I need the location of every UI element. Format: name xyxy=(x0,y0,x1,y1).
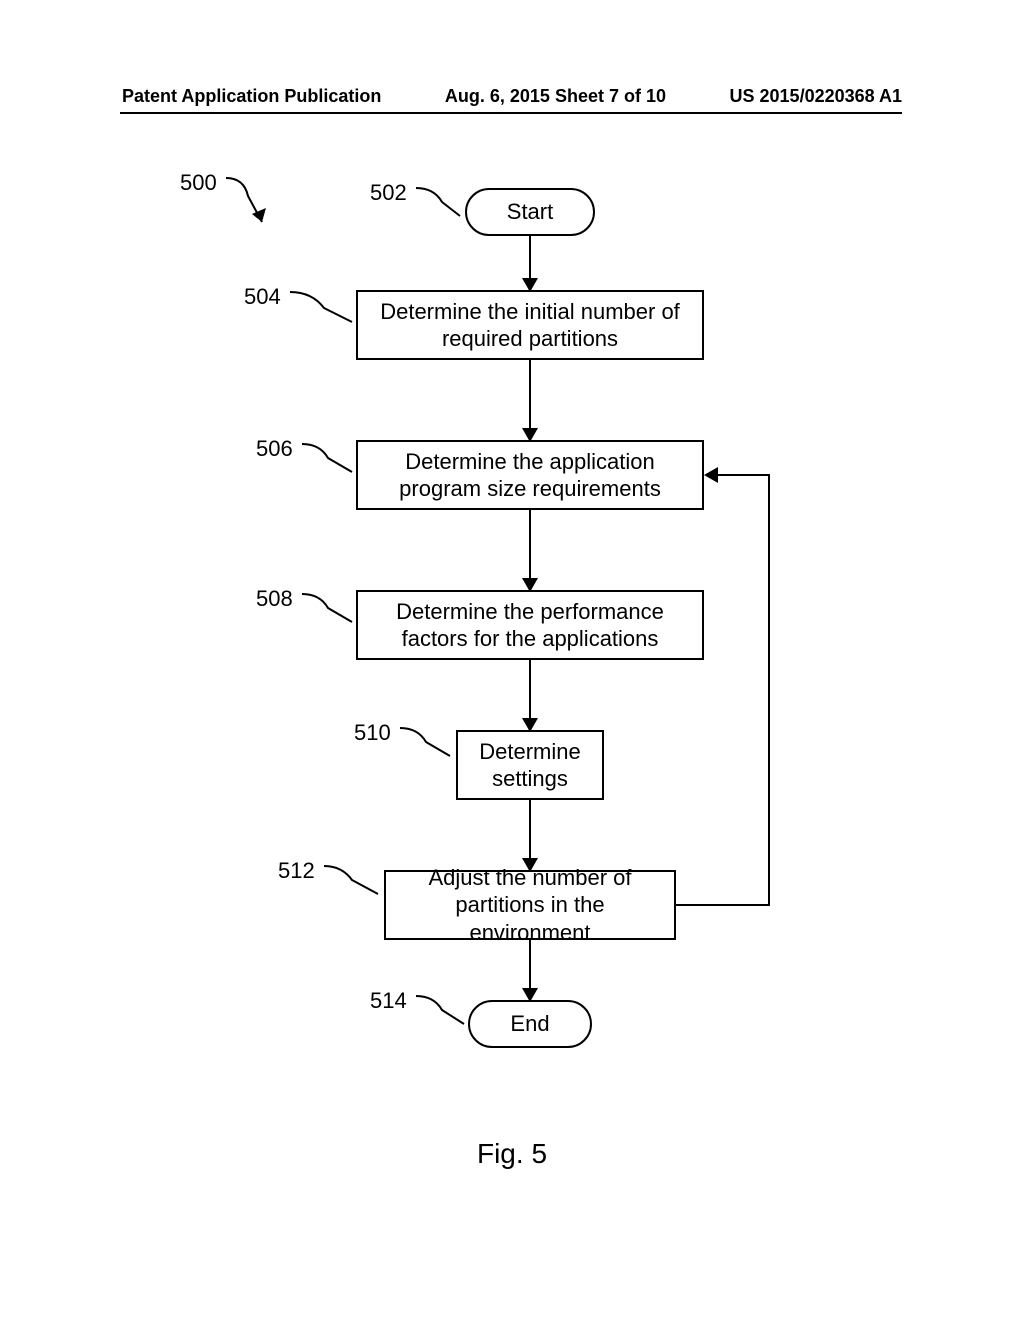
ref-500: 500 xyxy=(180,170,217,196)
ref-502: 502 xyxy=(370,180,407,206)
step-506: Determine the application program size r… xyxy=(356,440,704,510)
arrow-line xyxy=(529,940,531,990)
header-right: US 2015/0220368 A1 xyxy=(730,86,902,107)
page-header: Patent Application Publication Aug. 6, 2… xyxy=(0,86,1024,107)
hook-arrow-icon xyxy=(320,862,382,902)
figure-caption: Fig. 5 xyxy=(0,1138,1024,1170)
ref-512: 512 xyxy=(278,858,315,884)
arrow-line xyxy=(718,474,770,476)
ref-514: 514 xyxy=(370,988,407,1014)
start-node: Start xyxy=(465,188,595,236)
hook-arrow-icon xyxy=(298,590,356,630)
arrow-line xyxy=(529,236,531,280)
ref-508: 508 xyxy=(256,586,293,612)
arrow-line xyxy=(529,360,531,430)
arrow-line xyxy=(529,660,531,720)
ref-504: 504 xyxy=(244,284,281,310)
step-512-label: Adjust the number of partitions in the e… xyxy=(398,864,662,947)
arrow-line xyxy=(768,474,770,906)
ref-506: 506 xyxy=(256,436,293,462)
end-label: End xyxy=(510,1011,549,1037)
step-508-label: Determine the performance factors for th… xyxy=(370,598,690,653)
step-508: Determine the performance factors for th… xyxy=(356,590,704,660)
step-506-label: Determine the application program size r… xyxy=(370,448,690,503)
step-510-label: Determine settings xyxy=(470,738,590,793)
header-rule xyxy=(120,112,902,114)
flowchart: 500 502 Start 504 Determine the initial … xyxy=(0,140,1024,1240)
step-512: Adjust the number of partitions in the e… xyxy=(384,870,676,940)
end-node: End xyxy=(468,1000,592,1048)
arrow-line xyxy=(529,510,531,580)
start-label: Start xyxy=(507,199,553,225)
arrow-left-icon xyxy=(704,467,718,483)
arrow-line xyxy=(529,800,531,860)
step-510: Determine settings xyxy=(456,730,604,800)
hook-arrow-icon xyxy=(222,174,282,230)
step-504: Determine the initial number of required… xyxy=(356,290,704,360)
arrow-line xyxy=(676,904,770,906)
hook-arrow-icon xyxy=(396,724,454,764)
step-504-label: Determine the initial number of required… xyxy=(370,298,690,353)
header-left: Patent Application Publication xyxy=(122,86,381,107)
hook-arrow-icon xyxy=(412,992,468,1032)
hook-arrow-icon xyxy=(412,184,468,224)
header-center: Aug. 6, 2015 Sheet 7 of 10 xyxy=(445,86,666,107)
hook-arrow-icon xyxy=(298,440,356,480)
hook-arrow-icon xyxy=(286,288,356,328)
ref-510: 510 xyxy=(354,720,391,746)
